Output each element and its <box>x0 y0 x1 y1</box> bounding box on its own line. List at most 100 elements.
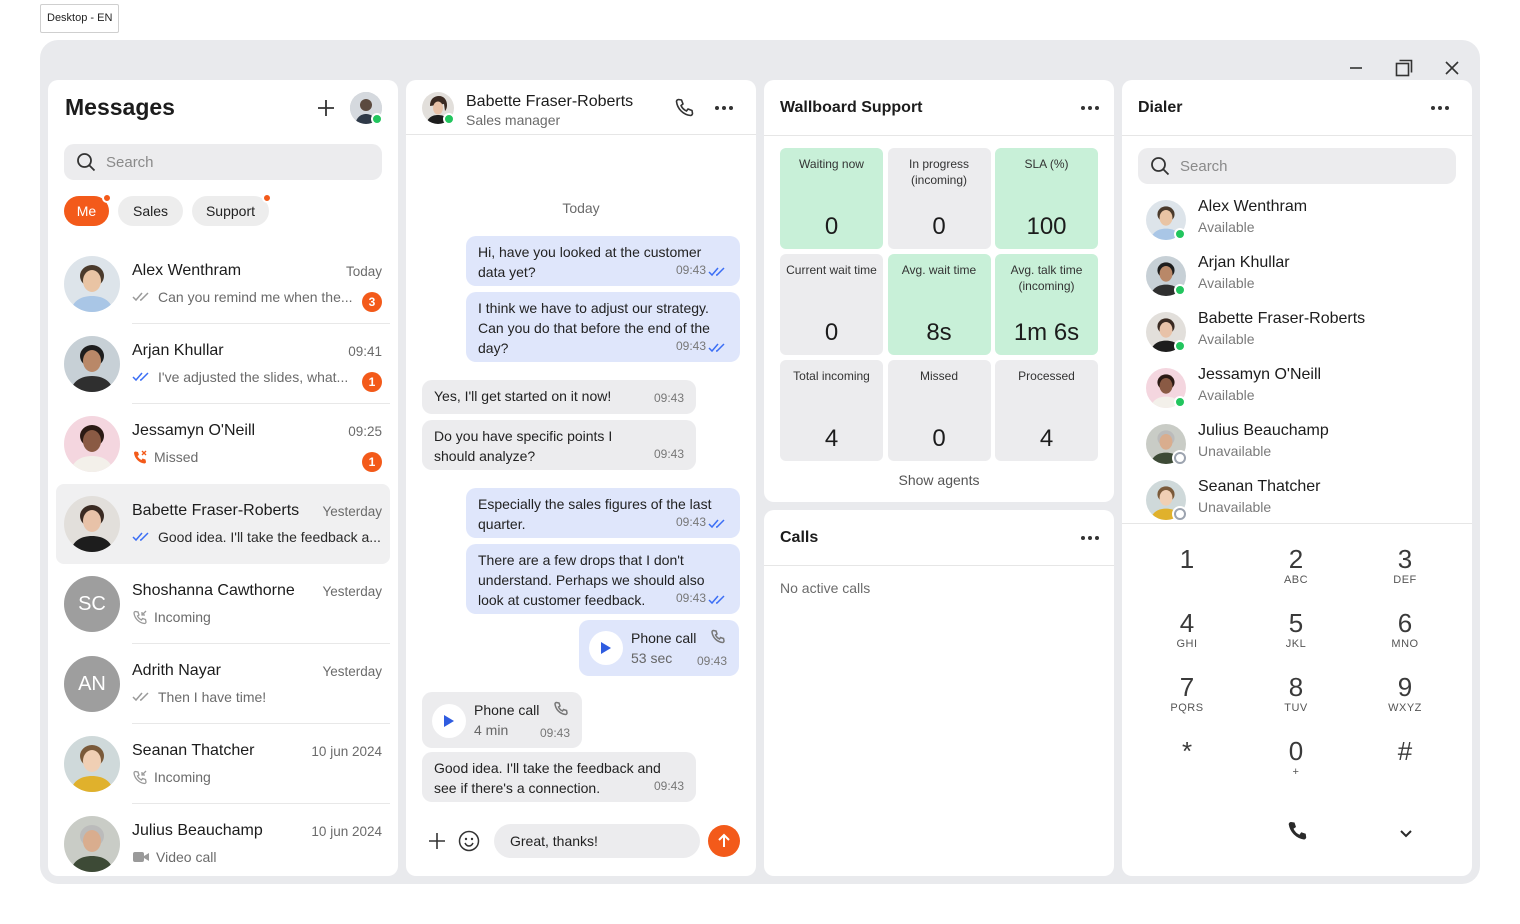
key-digit: 9 <box>1397 672 1413 702</box>
unread-count-badge: 1 <box>362 372 382 392</box>
incoming-call-icon <box>133 610 147 625</box>
chevron-down-icon <box>1400 830 1412 838</box>
attach-button[interactable] <box>426 830 448 852</box>
search-icon <box>1151 157 1170 176</box>
wallboard-tile: Avg. wait time 8s <box>887 254 991 355</box>
chat-more-button[interactable] <box>710 94 738 122</box>
filter-chip-me[interactable]: Me <box>64 193 112 226</box>
dialpad-key[interactable]: 5 JKL <box>1256 608 1336 664</box>
dialpad-key[interactable]: 0 + <box>1256 736 1336 792</box>
dialpad-key[interactable]: 3 DEF <box>1365 544 1445 600</box>
key-letters: MNO <box>1391 638 1419 650</box>
emoji-button[interactable] <box>458 830 480 852</box>
contact-name: Babette Fraser-Roberts <box>1198 310 1366 327</box>
wallboard-more-button[interactable] <box>1076 94 1104 122</box>
wallboard-tile: SLA (%) 100 <box>995 148 1098 249</box>
play-button[interactable] <box>432 704 466 738</box>
send-button[interactable] <box>708 825 740 857</box>
tile-label: Current wait time <box>786 263 877 277</box>
dialpad-key[interactable]: 6 MNO <box>1365 608 1445 664</box>
tile-value: 0 <box>932 425 946 452</box>
message-bubble-outgoing[interactable]: Especially the sales figures of the last… <box>466 488 740 538</box>
message-bubble-incoming[interactable]: Good idea. I'll take the feedback and se… <box>422 752 696 802</box>
dialer-search-input[interactable]: Search <box>1138 148 1456 184</box>
read-ticks-icon <box>708 267 725 277</box>
conversation-preview: Incoming <box>132 609 358 625</box>
conversation-name: Adrith Nayar <box>132 662 221 679</box>
message-bubble-incoming[interactable]: Yes, I'll get started on it now! 09:43 <box>422 380 696 414</box>
conversation-item[interactable]: AN Adrith Nayar Yesterday Then I have time! <box>56 644 390 724</box>
tile-label: Avg. talk time (incoming) <box>1010 263 1083 293</box>
conversation-preview: Missed <box>132 449 358 465</box>
dialer-contact[interactable]: Jessamyn O'Neill Available <box>1138 360 1458 416</box>
dialpad-key[interactable]: 7 PQRS <box>1147 672 1227 728</box>
filter-chip-support[interactable]: Support <box>192 193 272 226</box>
wallboard-tile: Waiting now 0 <box>780 148 883 249</box>
filter-chip-sales[interactable]: Sales <box>118 196 183 226</box>
conversation-item[interactable]: Alex Wenthram Today Can you remind me when… <box>56 244 390 324</box>
conversation-item[interactable]: Seanan Thatcher 10 jun 2024 Incoming <box>56 724 390 804</box>
collapse-dialpad-button[interactable] <box>1394 822 1418 846</box>
play-button[interactable] <box>589 631 623 665</box>
dialpad-key[interactable]: * <box>1147 736 1227 792</box>
key-digit: 1 <box>1179 544 1195 574</box>
conversation-item[interactable]: Jessamyn O'Neill 09:25 Missed 1 <box>56 404 390 484</box>
avatar <box>64 416 120 472</box>
tile-value: 0 <box>824 213 839 240</box>
play-icon <box>601 642 611 654</box>
messages-search-input[interactable]: Search <box>64 144 382 180</box>
dialpad-key[interactable]: 9 WXYZ <box>1365 672 1445 728</box>
conversation-item[interactable]: Arjan Khullar 09:41 I've adjusted the slid… <box>56 324 390 404</box>
dial-call-button[interactable] <box>1283 818 1311 846</box>
calls-more-button[interactable] <box>1076 524 1104 552</box>
conversation-name: Shoshanna Cawthorne <box>132 582 295 599</box>
key-digit: 0 <box>1288 736 1304 766</box>
dialpad-key[interactable]: 2 ABC <box>1256 544 1336 600</box>
tile-label: Total incoming <box>793 369 870 383</box>
presence-dot <box>1174 508 1186 520</box>
show-agents-link[interactable]: Show agents <box>764 472 1114 488</box>
message-bubble-outgoing[interactable]: There are a few drops that I don't under… <box>466 544 740 614</box>
conversation-time: Yesterday <box>322 664 382 679</box>
dialer-contact[interactable]: Alex Wenthram Available <box>1138 192 1458 248</box>
dialpad-key[interactable]: 8 TUV <box>1256 672 1336 728</box>
message-bubble-outgoing[interactable]: I think we have to adjust our strategy. … <box>466 292 740 362</box>
message-input[interactable]: Great, thanks! <box>494 824 700 858</box>
read-ticks-icon <box>132 292 149 302</box>
messages-panel: Messages Search Me Sales Support Alex We… <box>48 80 398 876</box>
contact-name: Alex Wenthram <box>1198 198 1308 215</box>
dialpad-key[interactable]: # <box>1365 736 1445 792</box>
more-horizontal-icon <box>1081 106 1099 110</box>
dialpad-key[interactable]: 4 GHI <box>1147 608 1227 664</box>
call-bubble-outgoing[interactable]: Phone call 53 sec 09:43 <box>579 620 739 676</box>
calls-panel: Calls No active calls <box>764 510 1114 876</box>
message-bubble-outgoing[interactable]: Hi, have you looked at the customer data… <box>466 236 740 286</box>
call-bubble-incoming[interactable]: Phone call 4 min 09:43 <box>422 692 582 748</box>
environment-tag: Desktop - EN <box>40 4 120 33</box>
dialpad-key[interactable]: 1 <box>1147 544 1227 600</box>
read-ticks-icon <box>132 532 149 542</box>
dialer-contact[interactable]: Arjan Khullar Available <box>1138 248 1458 304</box>
dialer-more-button[interactable] <box>1426 94 1454 122</box>
contact-name: Julius Beauchamp <box>1198 422 1329 439</box>
new-message-button[interactable] <box>314 96 338 120</box>
conversation-item[interactable]: Julius Beauchamp 10 jun 2024 Video call <box>56 804 390 876</box>
phone-icon <box>711 629 725 644</box>
dialer-contact[interactable]: Julius Beauchamp Unavailable <box>1138 416 1458 472</box>
chat-contact-role: Sales manager <box>466 112 561 128</box>
dialer-contact[interactable]: Babette Fraser-Roberts Available <box>1138 304 1458 360</box>
wallboard-tile: Missed 0 <box>887 360 991 461</box>
conversation-item[interactable]: SC Shoshanna Cawthorne Yesterday Incoming <box>56 564 390 644</box>
unread-count-badge: 3 <box>362 292 382 312</box>
conversation-item[interactable]: Babette Fraser-Roberts Yesterday Good idea… <box>56 484 390 564</box>
avatar <box>64 816 120 872</box>
dialer-panel: Dialer Search Alex Wenthram Available Arja… <box>1122 80 1472 876</box>
tile-value: 8s <box>926 319 952 346</box>
chat-call-button[interactable] <box>672 96 696 120</box>
message-bubble-incoming[interactable]: Do you have specific points I should ana… <box>422 420 696 470</box>
tile-value: 1m 6s <box>1013 319 1080 346</box>
maximize-icon <box>1395 59 1413 77</box>
key-letters: WXYZ <box>1388 702 1422 714</box>
contact-name: Arjan Khullar <box>1198 254 1290 271</box>
dialer-contact[interactable]: Seanan Thatcher Unavailable <box>1138 472 1458 528</box>
